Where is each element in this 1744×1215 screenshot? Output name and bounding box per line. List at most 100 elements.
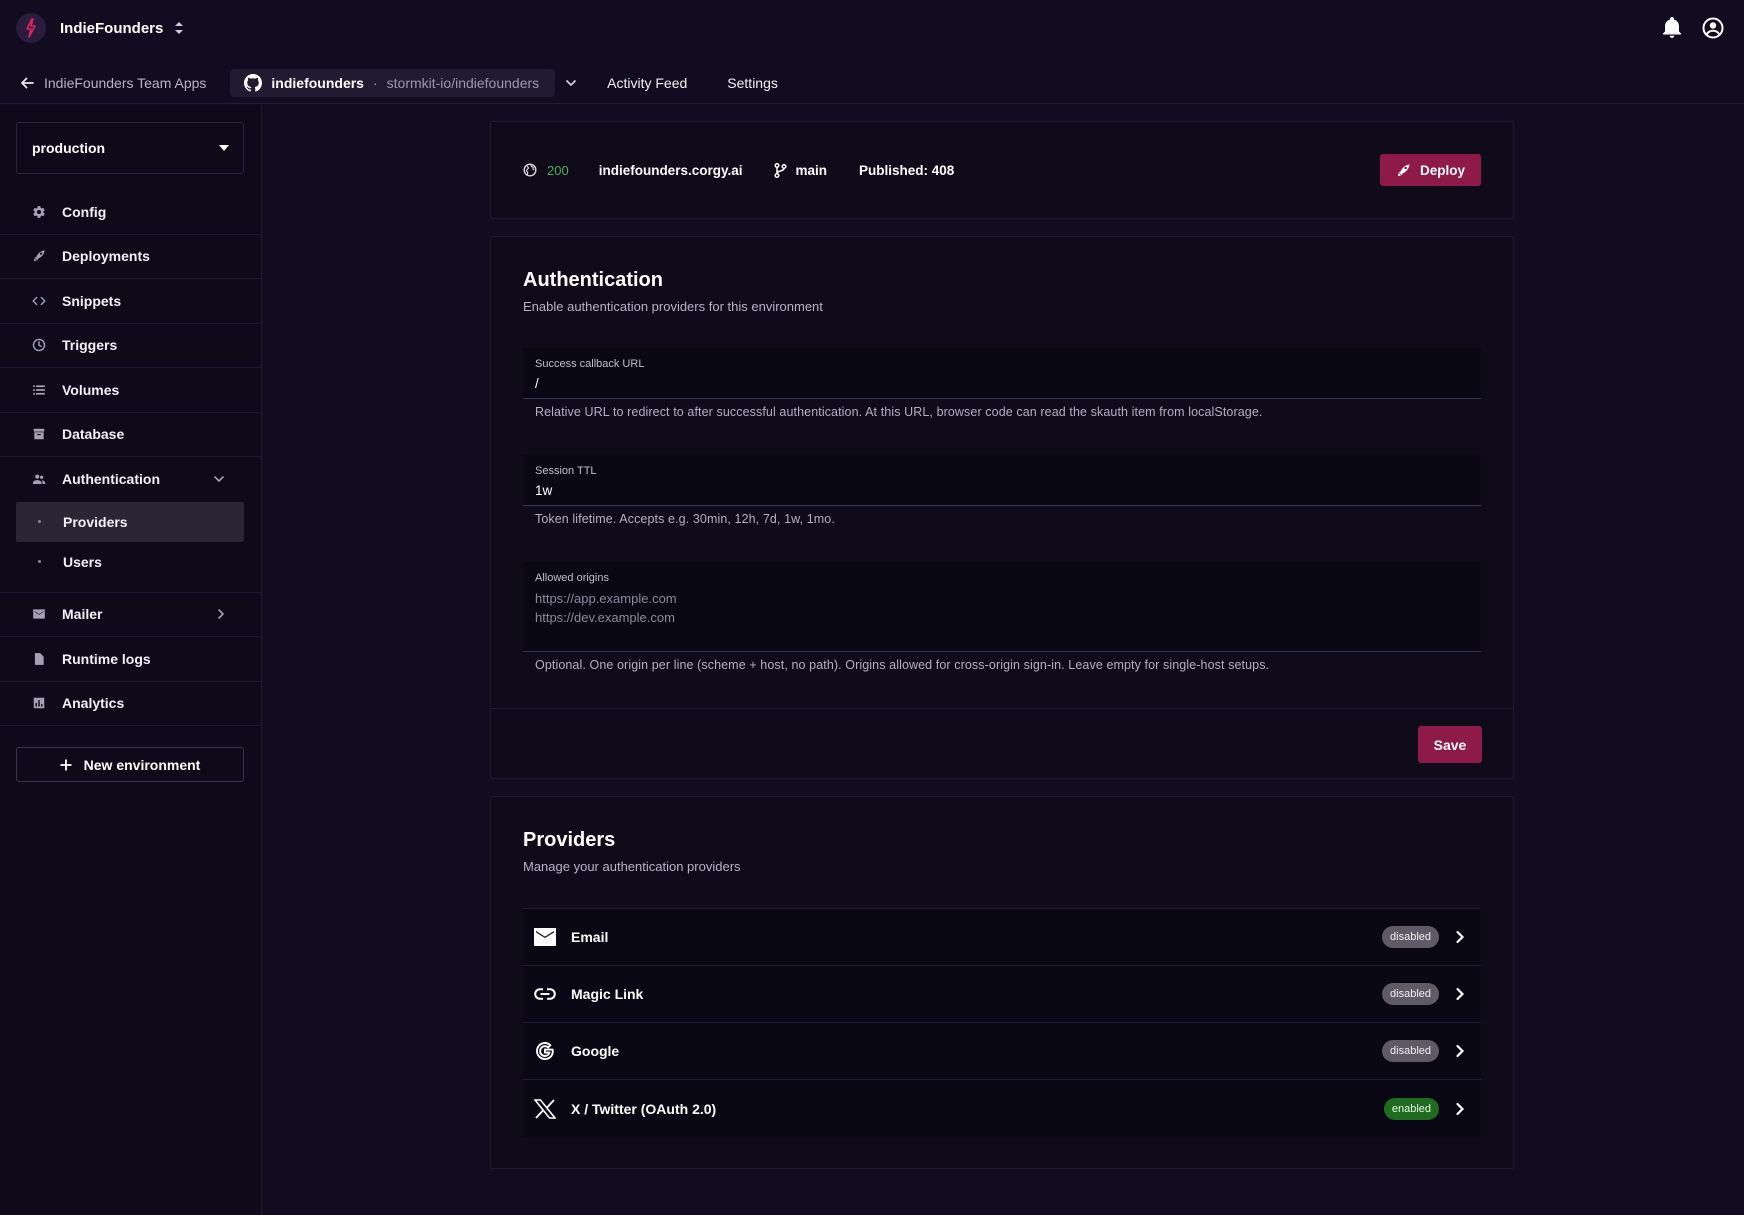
sidebar-item-authentication[interactable]: Authentication <box>0 457 261 502</box>
field-help-text: Token lifetime. Accepts e.g. 30min, 12h,… <box>535 512 835 526</box>
document-icon <box>32 652 46 666</box>
sidebar-item-providers[interactable]: Providers <box>16 501 244 542</box>
status-badge: disabled <box>1382 926 1439 948</box>
providers-title: Providers <box>523 829 616 851</box>
status-badge: disabled <box>1382 983 1439 1005</box>
top-bar: IndieFounders <box>0 0 1744 56</box>
field-label: Session TTL <box>535 465 597 477</box>
sidebar-item-config[interactable]: Config <box>0 190 261 235</box>
sidebar-item-label: Runtime logs <box>62 650 151 667</box>
back-to-team-link[interactable]: IndieFounders Team Apps <box>20 75 206 91</box>
sidebar-item-runtime-logs[interactable]: Runtime logs <box>0 637 261 682</box>
field-help-text: Optional. One origin per line (scheme + … <box>535 658 1270 672</box>
provider-row-x-twitter[interactable]: X / Twitter (OAuth 2.0) enabled <box>523 1080 1481 1137</box>
repo-name: indiefounders <box>271 74 364 91</box>
x-logo-icon <box>533 1097 557 1121</box>
notifications-bell-icon[interactable] <box>1662 17 1682 39</box>
environment-domain[interactable]: indiefounders.corgy.ai <box>599 163 743 178</box>
save-button[interactable]: Save <box>1418 726 1482 763</box>
provider-row-magic-link[interactable]: Magic Link disabled <box>523 966 1481 1023</box>
textarea-placeholder-line: https://app.example.com <box>535 591 677 606</box>
sidebar-item-label: Deployments <box>62 248 150 265</box>
sidebar-item-label: Providers <box>63 513 128 530</box>
allowed-origins-field[interactable]: Allowed origins https://app.example.com … <box>523 562 1481 652</box>
field-label: Success callback URL <box>535 358 645 370</box>
environment-select[interactable]: production <box>16 122 244 174</box>
git-branch-icon <box>774 162 788 178</box>
field-help-text: Relative URL to redirect to after succes… <box>535 405 1263 419</box>
deploy-button[interactable]: Deploy <box>1379 154 1481 186</box>
back-link-label: IndieFounders Team Apps <box>44 74 207 91</box>
sidebar-item-label: Authentication <box>62 471 160 488</box>
chevron-right-icon[interactable] <box>1455 1044 1465 1058</box>
bullet-dot <box>38 560 41 563</box>
chevron-right-icon[interactable] <box>1455 987 1465 1001</box>
list-icon <box>32 383 46 397</box>
globe-icon <box>523 163 537 177</box>
sidebar-item-label: Volumes <box>62 381 120 398</box>
sidebar-item-triggers[interactable]: Triggers <box>0 324 261 368</box>
code-icon <box>32 294 46 308</box>
session-ttl-field[interactable]: Session TTL 1w <box>523 455 1481 506</box>
chevron-down-icon[interactable] <box>565 79 577 87</box>
new-environment-button[interactable]: New environment <box>16 747 244 782</box>
repo-separator: · <box>372 74 378 91</box>
arrow-left-icon <box>20 76 34 90</box>
session-ttl-input[interactable]: 1w <box>535 483 552 498</box>
settings-link[interactable]: Settings <box>727 75 778 91</box>
link-icon <box>533 982 557 1006</box>
team-name[interactable]: IndieFounders <box>60 20 163 37</box>
sidebar-item-label: Triggers <box>62 337 118 354</box>
success-callback-url-input[interactable]: / <box>535 376 539 391</box>
branch-info: main <box>774 162 827 178</box>
provider-name: Email <box>571 929 609 945</box>
sidebar: production Config Deployments Snippets T… <box>0 105 262 1215</box>
authentication-title: Authentication <box>523 269 663 291</box>
chevron-right-icon[interactable] <box>1455 1102 1465 1116</box>
published-deployment: Published: 408 <box>859 162 955 178</box>
sidebar-item-analytics[interactable]: Analytics <box>0 682 261 726</box>
sidebar-item-mailer[interactable]: Mailer <box>0 593 261 637</box>
plus-icon <box>60 759 72 771</box>
people-icon <box>32 472 46 486</box>
chevron-right-icon[interactable] <box>217 608 225 620</box>
repo-path: stormkit-io/indiefounders <box>386 74 540 91</box>
bullet-dot <box>38 520 41 523</box>
status-badge: disabled <box>1382 1040 1439 1062</box>
rocket-icon <box>1396 163 1411 178</box>
authentication-submenu: Providers Users <box>0 501 261 593</box>
stormkit-logo-icon[interactable] <box>16 13 46 43</box>
success-callback-url-field[interactable]: Success callback URL / <box>523 348 1481 399</box>
sidebar-item-label: Config <box>62 203 107 220</box>
provider-name: Google <box>571 1043 620 1059</box>
status-code: 200 <box>547 162 569 178</box>
provider-row-email[interactable]: Email disabled <box>523 909 1481 966</box>
caret-down-icon <box>219 145 229 151</box>
archive-icon <box>32 427 46 441</box>
sidebar-item-deployments[interactable]: Deployments <box>0 235 261 279</box>
gear-icon <box>32 205 46 219</box>
new-environment-label: New environment <box>83 756 201 773</box>
textarea-placeholder-line: https://dev.example.com <box>535 610 675 625</box>
sidebar-item-label: Database <box>62 426 125 443</box>
chevron-right-icon[interactable] <box>1455 930 1465 944</box>
allowed-origins-textarea[interactable]: https://app.example.com https://dev.exam… <box>535 589 677 627</box>
google-icon <box>533 1039 557 1063</box>
team-switch-icon[interactable] <box>173 20 185 36</box>
repo-selector[interactable]: indiefounders · stormkit-io/indiefounder… <box>230 68 556 97</box>
chart-icon <box>32 696 46 710</box>
sidebar-item-users[interactable]: Users <box>16 542 244 582</box>
deploy-label: Deploy <box>1419 162 1465 178</box>
provider-row-google[interactable]: Google disabled <box>523 1023 1481 1080</box>
sidebar-item-database[interactable]: Database <box>0 413 261 457</box>
sidebar-item-label: Snippets <box>62 292 122 309</box>
chevron-down-icon[interactable] <box>213 475 225 483</box>
sidebar-item-snippets[interactable]: Snippets <box>0 279 261 324</box>
providers-subtitle: Manage your authentication providers <box>523 859 741 874</box>
sidebar-item-volumes[interactable]: Volumes <box>0 368 261 413</box>
account-avatar-icon[interactable] <box>1702 17 1724 39</box>
sidebar-item-label: Analytics <box>62 695 125 712</box>
activity-feed-link[interactable]: Activity Feed <box>607 75 687 91</box>
github-icon <box>244 73 263 92</box>
provider-name: X / Twitter (OAuth 2.0) <box>571 1100 717 1117</box>
